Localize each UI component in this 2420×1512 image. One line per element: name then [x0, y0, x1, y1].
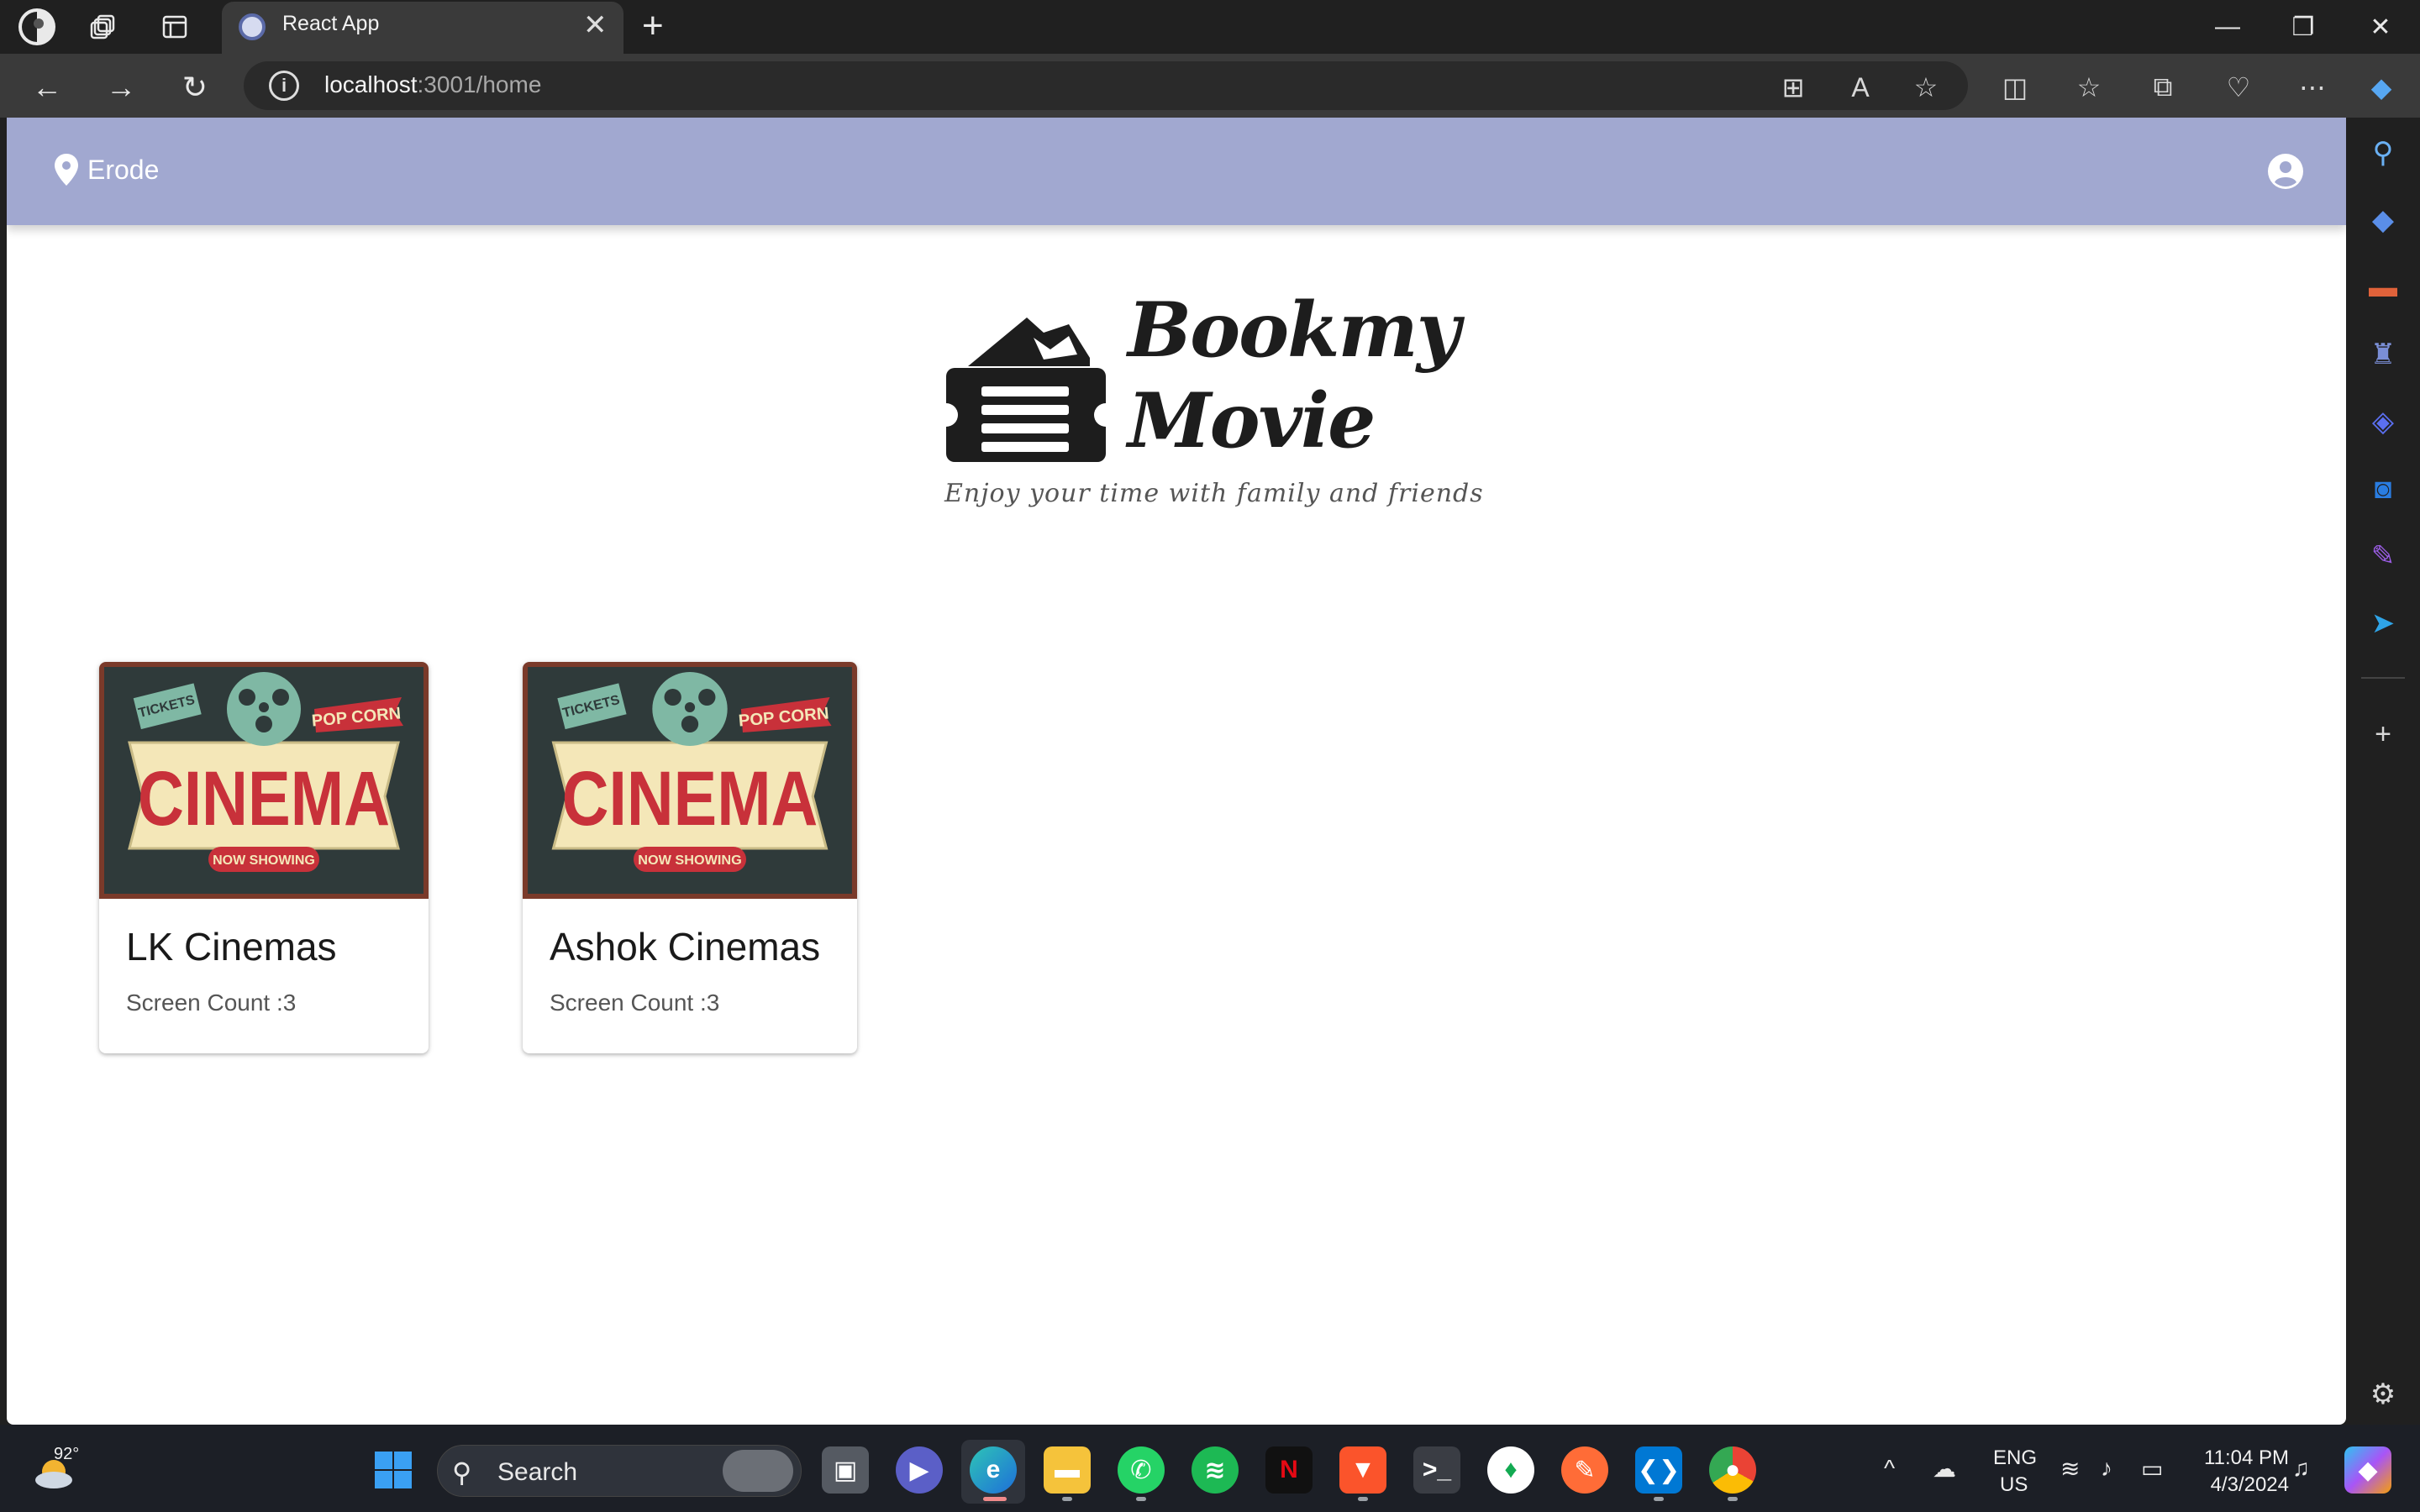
forward-icon[interactable]: →	[97, 64, 145, 111]
running-indicator	[983, 1497, 1007, 1501]
location-pin-icon[interactable]	[54, 153, 79, 186]
browser-essentials-icon[interactable]: ♡	[2215, 64, 2262, 111]
poster-now-showing-text: NOW SHOWING	[638, 853, 742, 868]
spotify-icon[interactable]: ≋	[1192, 1446, 1239, 1494]
theater-card[interactable]: TICKETS POP CORN CINEMA NOW SHOWING Asho…	[523, 662, 857, 1053]
ticket-logo-icon	[943, 318, 1111, 462]
wifi-icon[interactable]: ≋	[2060, 1455, 2080, 1483]
url-host: localhost	[324, 71, 418, 97]
tab-actions-icon[interactable]	[151, 3, 198, 50]
logo-tagline: Enjoy your time with family and friends	[944, 479, 1484, 508]
new-tab-icon[interactable]: +	[642, 5, 664, 47]
clock-time[interactable]: 11:04 PM	[2195, 1446, 2289, 1470]
poster-cinema-text: CINEMA	[562, 755, 818, 842]
workspaces-icon[interactable]	[81, 3, 128, 50]
screen-count: Screen Count :3	[126, 990, 297, 1016]
minimize-icon[interactable]: —	[2190, 7, 2265, 47]
collections-icon[interactable]: ⧉	[2139, 64, 2186, 111]
vscode-icon[interactable]: ❮❯	[1635, 1446, 1682, 1494]
edge-icon[interactable]: e	[970, 1446, 1017, 1494]
cinema-poster-image: TICKETS POP CORN CINEMA NOW SHOWING	[523, 662, 857, 899]
terminal-icon[interactable]: >_	[1413, 1446, 1460, 1494]
taskbar-search-placeholder: Search	[497, 1458, 578, 1486]
taskbar-search-icon: ⚲	[452, 1457, 472, 1488]
notifications-bell-icon[interactable]: ♫	[2292, 1455, 2310, 1482]
shopping-icon[interactable]: ◆	[2360, 197, 2407, 244]
running-indicator	[1358, 1497, 1368, 1501]
microsoft-365-icon[interactable]: ◈	[2360, 398, 2407, 445]
mongodb-compass-icon[interactable]: ♦	[1487, 1446, 1534, 1494]
favorite-star-icon[interactable]: ☆	[1902, 64, 1949, 111]
clock-date[interactable]: 4/3/2024	[2195, 1473, 2289, 1497]
running-indicator	[1654, 1497, 1664, 1501]
poster-now-showing-text: NOW SHOWING	[213, 853, 315, 868]
tab-close-icon[interactable]: ✕	[583, 8, 608, 42]
search-highlight-image	[723, 1450, 793, 1492]
brave-icon[interactable]: ▼	[1339, 1446, 1386, 1494]
weather-temperature: 92°	[54, 1445, 80, 1463]
window-close-icon[interactable]: ✕	[2343, 7, 2418, 47]
back-icon[interactable]: ←	[24, 64, 71, 111]
location-label[interactable]: Erode	[87, 155, 159, 186]
poster-cinema-text: CINEMA	[138, 756, 390, 842]
screen-count: Screen Count :3	[550, 990, 720, 1016]
more-icon[interactable]: ⋯	[2289, 64, 2336, 111]
read-aloud-icon[interactable]: A	[1837, 64, 1884, 111]
input-language[interactable]: ENG	[1993, 1446, 2037, 1470]
netflix-icon[interactable]: N	[1265, 1446, 1313, 1494]
running-indicator	[1136, 1497, 1146, 1501]
running-indicator	[1062, 1497, 1072, 1501]
theater-card[interactable]: TICKETS POP CORN CINEMA NOW SHOWING LK C…	[99, 662, 429, 1053]
app-header: Erode	[7, 118, 2346, 225]
start-icon[interactable]	[370, 1446, 417, 1494]
task-view-icon[interactable]: ▣	[822, 1446, 869, 1494]
react-favicon-icon	[239, 13, 266, 40]
favorites-icon[interactable]: ☆	[2065, 64, 2112, 111]
tab-title: React App	[282, 12, 380, 35]
url-text[interactable]: localhost:3001/home	[324, 71, 541, 98]
postman-icon[interactable]: ✎	[1561, 1446, 1608, 1494]
sidebar-divider	[2361, 677, 2405, 679]
theater-name[interactable]: Ashok Cinemas	[550, 924, 820, 969]
running-indicator	[1728, 1497, 1738, 1501]
copilot-taskbar-icon[interactable]: ◆	[2344, 1446, 2391, 1494]
input-region[interactable]: US	[2000, 1473, 2028, 1497]
games-icon[interactable]: ♜	[2360, 331, 2407, 378]
outlook-icon[interactable]: ◙	[2360, 465, 2407, 512]
account-icon[interactable]	[2267, 153, 2304, 190]
profile-avatar[interactable]	[13, 3, 60, 50]
battery-icon[interactable]: ▭	[2141, 1455, 2163, 1483]
copilot-icon[interactable]: ◆	[2358, 64, 2405, 111]
tools-icon[interactable]: ▬	[2360, 264, 2407, 311]
logo-title-line1: Bookmy	[1128, 286, 1460, 375]
show-hidden-icons-icon[interactable]: ^	[1884, 1455, 1895, 1482]
file-explorer-icon[interactable]: ▬	[1044, 1446, 1091, 1494]
app-available-icon[interactable]: ⊞	[1770, 64, 1817, 111]
teams-chat-icon[interactable]: ▶	[896, 1446, 943, 1494]
refresh-icon[interactable]: ↻	[171, 64, 218, 111]
site-info-icon[interactable]: i	[269, 71, 299, 101]
restore-icon[interactable]: ❐	[2265, 7, 2341, 47]
split-screen-icon[interactable]: ◫	[1991, 64, 2039, 111]
search-icon[interactable]: ⚲	[2360, 129, 2407, 176]
cinema-poster-image: TICKETS POP CORN CINEMA NOW SHOWING	[99, 662, 429, 899]
page-viewport: Erode Bookmy Movie Enjoy your time with …	[7, 118, 2346, 1425]
url-path: :3001/home	[417, 71, 542, 97]
edge-sidebar	[2346, 118, 2420, 1421]
designer-icon[interactable]: ✎	[2360, 533, 2407, 580]
theater-name[interactable]: LK Cinemas	[126, 924, 337, 969]
whatsapp-icon[interactable]: ✆	[1118, 1446, 1165, 1494]
onedrive-icon[interactable]: ☁	[1933, 1455, 1956, 1483]
add-sidebar-item-icon[interactable]: +	[2360, 711, 2407, 758]
logo-title-line2: Movie	[1128, 376, 1376, 465]
sidebar-settings-icon[interactable]: ⚙	[2360, 1371, 2407, 1418]
volume-icon[interactable]: ♪	[2101, 1455, 2112, 1482]
chrome-icon[interactable]: ●	[1709, 1446, 1756, 1494]
drop-icon[interactable]: ➤	[2360, 600, 2407, 647]
